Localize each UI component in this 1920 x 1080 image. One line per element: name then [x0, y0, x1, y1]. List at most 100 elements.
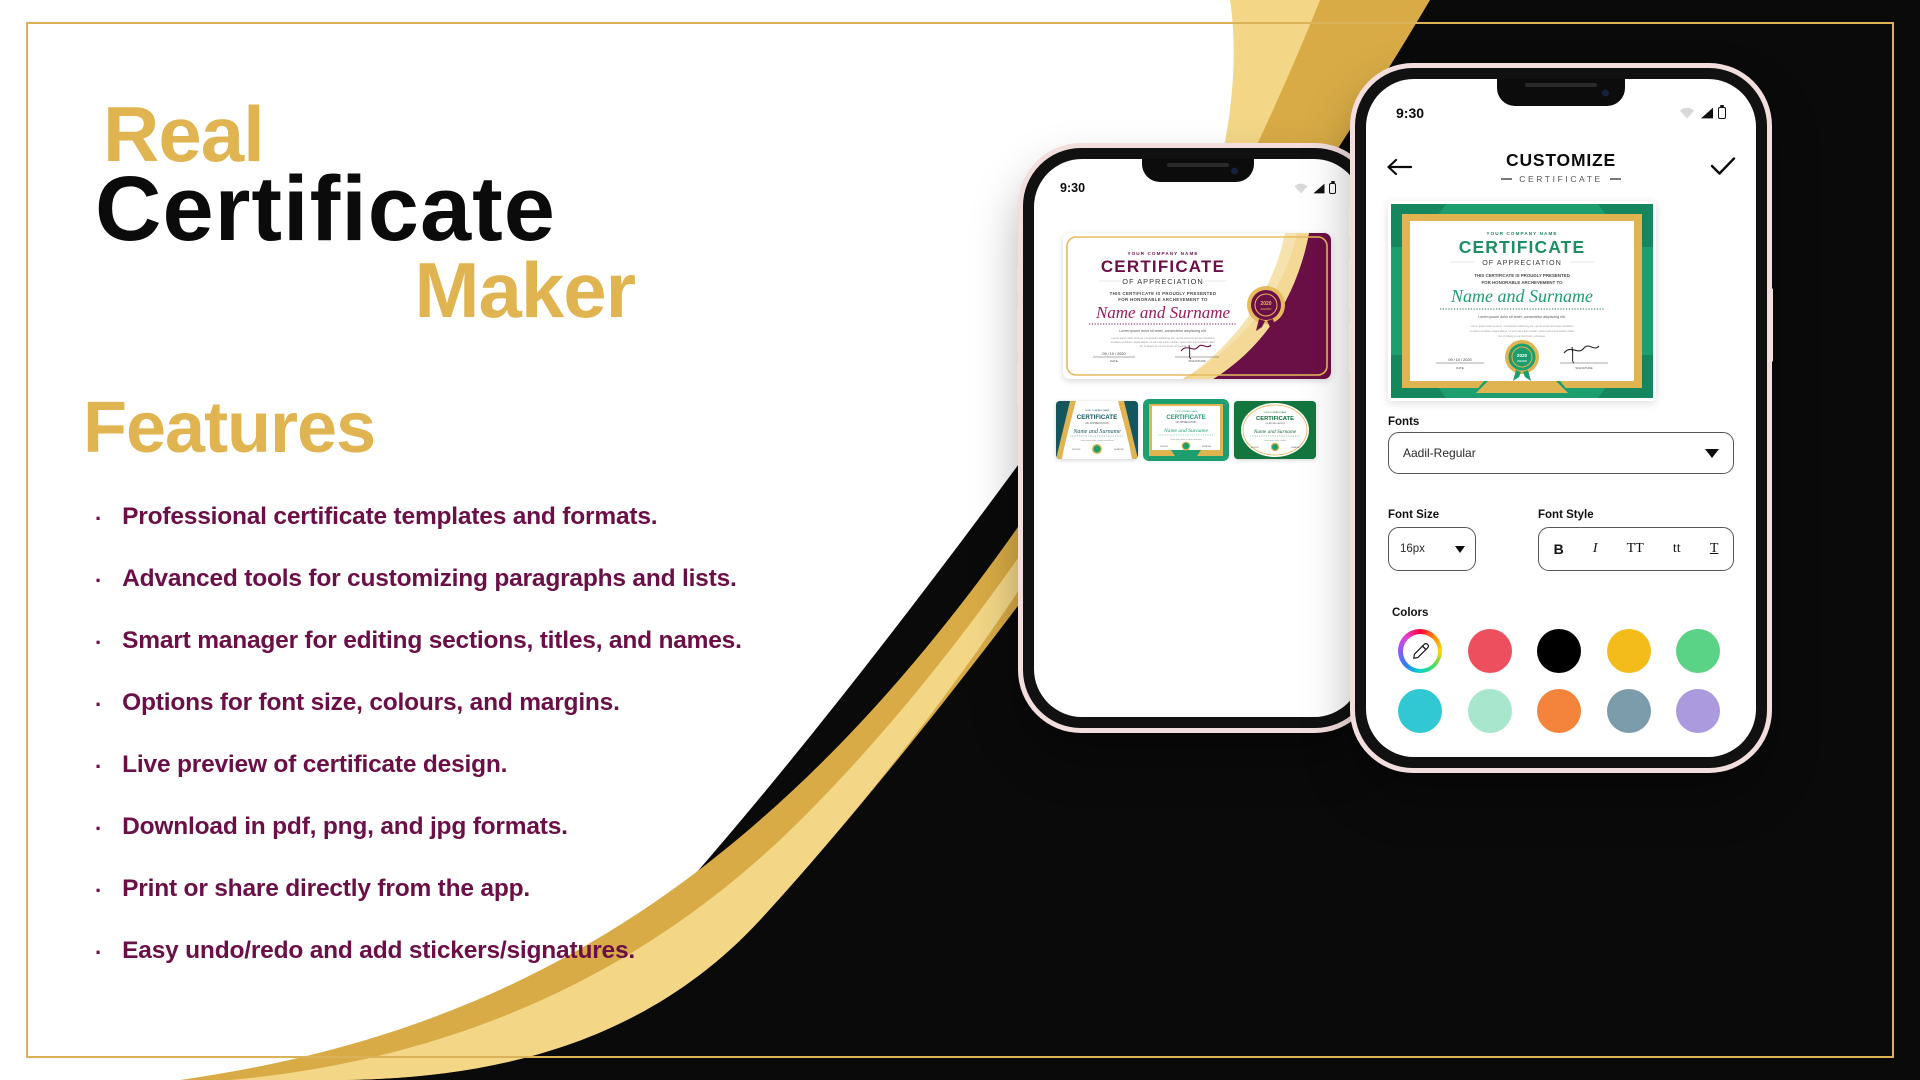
feature-text: Options for font size, colours, and marg…	[122, 689, 620, 716]
status-bar: 9:30	[1366, 105, 1756, 121]
list-item: · Options for font size, colours, and mar…	[95, 689, 830, 717]
arrow-left-icon	[1387, 158, 1413, 175]
signal-icon	[1313, 183, 1325, 193]
svg-text:Name and Surname: Name and Surname	[1163, 428, 1209, 434]
svg-text:OF APPRECIATION: OF APPRECIATION	[1176, 421, 1197, 424]
wifi-icon	[1679, 107, 1695, 119]
certificate-live-preview[interactable]: YOUR COMPANY NAME CERTIFICATE OF APPRECI…	[1388, 201, 1656, 401]
svg-text:nisi ut aliquip ex ea commodo: nisi ut aliquip ex ea commodo consequat.	[1139, 344, 1187, 348]
check-icon	[1710, 156, 1736, 175]
battery-icon	[1718, 107, 1726, 119]
svg-text:CERTIFICATE: CERTIFICATE	[1101, 257, 1225, 276]
swatch-slate[interactable]	[1606, 689, 1651, 733]
svg-text:SIGNATURE: SIGNATURE	[1575, 366, 1592, 370]
svg-text:FOR HONORABLE ARCHEVEMENT TO: FOR HONORABLE ARCHEVEMENT TO	[1118, 297, 1208, 302]
bold-button[interactable]: B	[1554, 541, 1564, 557]
svg-text:YOUR COMPANY NAME: YOUR COMPANY NAME	[1175, 410, 1198, 413]
font-family-value: Aadil-Regular	[1403, 446, 1476, 460]
template-dark-green[interactable]: YOUR COMPANY NAME CERTIFICATE OF APPRECI…	[1234, 401, 1316, 459]
list-item: · Professional certificate templates and …	[95, 503, 830, 531]
phone-mockup-customize: 9:30 CUSTOMIZE CERTIFICATE YOUR COMPANY …	[1349, 68, 1773, 768]
swatch-cyan[interactable]	[1398, 689, 1442, 733]
svg-text:Lorem ipsum dolor sit amet con: Lorem ipsum dolor sit amet consectetur	[1170, 438, 1202, 441]
bullet-icon: ·	[95, 754, 103, 779]
bullet-icon: ·	[95, 630, 103, 655]
lowercase-button[interactable]: tt	[1673, 541, 1681, 557]
phone-volume-up[interactable]	[1349, 258, 1353, 310]
swatch-red[interactable]	[1467, 629, 1512, 673]
template-teal-gold[interactable]: YOUR COMPANY NAME CERTIFICATE OF APPRECI…	[1056, 401, 1138, 459]
app-bar-titles: CUSTOMIZE CERTIFICATE	[1412, 150, 1710, 184]
swatch-green[interactable]	[1676, 629, 1721, 673]
phone-volume-up[interactable]	[1017, 308, 1021, 352]
swatch-black[interactable]	[1537, 629, 1582, 673]
list-item: · Advanced tools for customizing paragrap…	[95, 565, 830, 593]
phone-volume-down[interactable]	[1349, 322, 1353, 374]
page-title: Real Certificate Maker	[95, 95, 830, 329]
svg-text:Name and Surname: Name and Surname	[1072, 429, 1121, 435]
bullet-icon: ·	[95, 940, 103, 965]
app-bar: CUSTOMIZE CERTIFICATE	[1366, 141, 1756, 193]
certificate-artwork-maroon: YOUR COMPANY NAME CERTIFICATE OF APPRECI…	[1063, 233, 1331, 379]
back-button[interactable]	[1386, 154, 1413, 181]
signal-icon	[1700, 107, 1714, 119]
feature-text: Print or share directly from the app.	[122, 875, 530, 902]
phone-power-button[interactable]	[1769, 288, 1773, 362]
svg-text:2020: 2020	[1517, 353, 1528, 358]
svg-text:09 / 10 / 2020: 09 / 10 / 2020	[1102, 352, 1125, 356]
title-line-certificate: Certificate	[95, 158, 556, 260]
swatch-amber[interactable]	[1606, 629, 1651, 673]
chevron-down-icon	[1455, 545, 1465, 553]
italic-button[interactable]: I	[1593, 541, 1598, 557]
svg-text:FOR HONORABLE ARCHEVEMENT TO: FOR HONORABLE ARCHEVEMENT TO	[1482, 280, 1564, 285]
svg-text:ut labore et dolore magna aliq: ut labore et dolore magna aliqua. Ut eni…	[1470, 329, 1574, 333]
svg-text:Lorem ipsum dolor sit amet con: Lorem ipsum dolor sit amet consectetur	[1080, 439, 1113, 442]
svg-text:09/10/2020: 09/10/2020	[1160, 446, 1168, 448]
font-style-label: Font Style	[1538, 509, 1594, 521]
bullet-icon: ·	[95, 506, 103, 531]
svg-text:CERTIFICATE: CERTIFICATE	[1077, 414, 1117, 421]
list-item: · Easy undo/redo and add stickers/signatu…	[95, 937, 830, 965]
font-size-value: 16px	[1400, 543, 1425, 555]
list-item: · Print or share directly from the app.	[95, 875, 830, 903]
phone-mute-switch[interactable]	[1349, 208, 1353, 238]
eyedropper-icon	[1412, 642, 1429, 659]
svg-text:DATE: DATE	[1456, 366, 1464, 370]
svg-text:Lorem ipsum dolor sit amet, co: Lorem ipsum dolor sit amet, consectetur …	[1471, 324, 1574, 328]
confirm-button[interactable]	[1710, 154, 1736, 181]
swatch-orange[interactable]	[1537, 689, 1582, 733]
phone-notch	[1142, 159, 1254, 182]
uppercase-button[interactable]: TT	[1627, 541, 1644, 557]
phone-mute-switch[interactable]	[1017, 266, 1021, 292]
swatch-mint[interactable]	[1467, 689, 1512, 733]
font-size-select[interactable]: 16px	[1388, 527, 1476, 571]
bullet-icon: ·	[95, 816, 103, 841]
svg-text:Lorem ipsum dolor sit amet: Lorem ipsum dolor sit amet	[1264, 439, 1286, 442]
color-picker[interactable]	[1398, 629, 1442, 673]
svg-text:09 / 10 / 2020: 09 / 10 / 2020	[1448, 358, 1471, 362]
phone-volume-down[interactable]	[1017, 362, 1021, 406]
svg-text:09/10/2020: 09/10/2020	[1072, 449, 1081, 451]
phone-mockup-templates: 9:30 YOUR COMPANY NAME CERTIFICATE OF AP…	[1017, 148, 1379, 728]
feature-text: Live preview of certificate design.	[122, 751, 508, 778]
swatch-purple[interactable]	[1676, 689, 1721, 733]
svg-text:CERTIFICATE: CERTIFICATE	[1166, 415, 1205, 421]
certificate-preview-main[interactable]: YOUR COMPANY NAME CERTIFICATE OF APPRECI…	[1063, 233, 1331, 379]
fonts-label: Fonts	[1388, 416, 1420, 428]
list-item: · Download in pdf, png, and jpg formats.	[95, 813, 830, 841]
promo-banner: Real Certificate Maker Features · Profess…	[0, 0, 1920, 1080]
phone-screen: 9:30 CUSTOMIZE CERTIFICATE YOUR COMPANY …	[1366, 79, 1756, 757]
subtitle-text: CERTIFICATE	[1519, 174, 1603, 184]
template-green-gold[interactable]: YOUR COMPANY NAME CERTIFICATE OF APPRECI…	[1143, 399, 1229, 461]
phone-screen: 9:30 YOUR COMPANY NAME CERTIFICATE OF AP…	[1034, 159, 1362, 717]
feature-text: Download in pdf, png, and jpg formats.	[122, 813, 568, 840]
dash-right-icon	[1609, 178, 1621, 180]
svg-text:THIS CERTIFICATE IS PROUDLY PR: THIS CERTIFICATE IS PROUDLY PRESENTED	[1110, 291, 1217, 296]
svg-text:Name and Surname: Name and Surname	[1253, 429, 1297, 435]
svg-text:Lorem ipsum dolor sit amet, co: Lorem ipsum dolor sit amet, consectetur …	[1478, 315, 1566, 319]
svg-text:Lorem ipsum dolor sit amet, co: Lorem ipsum dolor sit amet, consectetur …	[1112, 336, 1215, 340]
font-family-select[interactable]: Aadil-Regular	[1388, 432, 1734, 474]
feature-text: Professional certificate templates and f…	[122, 503, 658, 530]
underline-button[interactable]: T	[1710, 541, 1719, 557]
colors-label: Colors	[1392, 607, 1429, 619]
